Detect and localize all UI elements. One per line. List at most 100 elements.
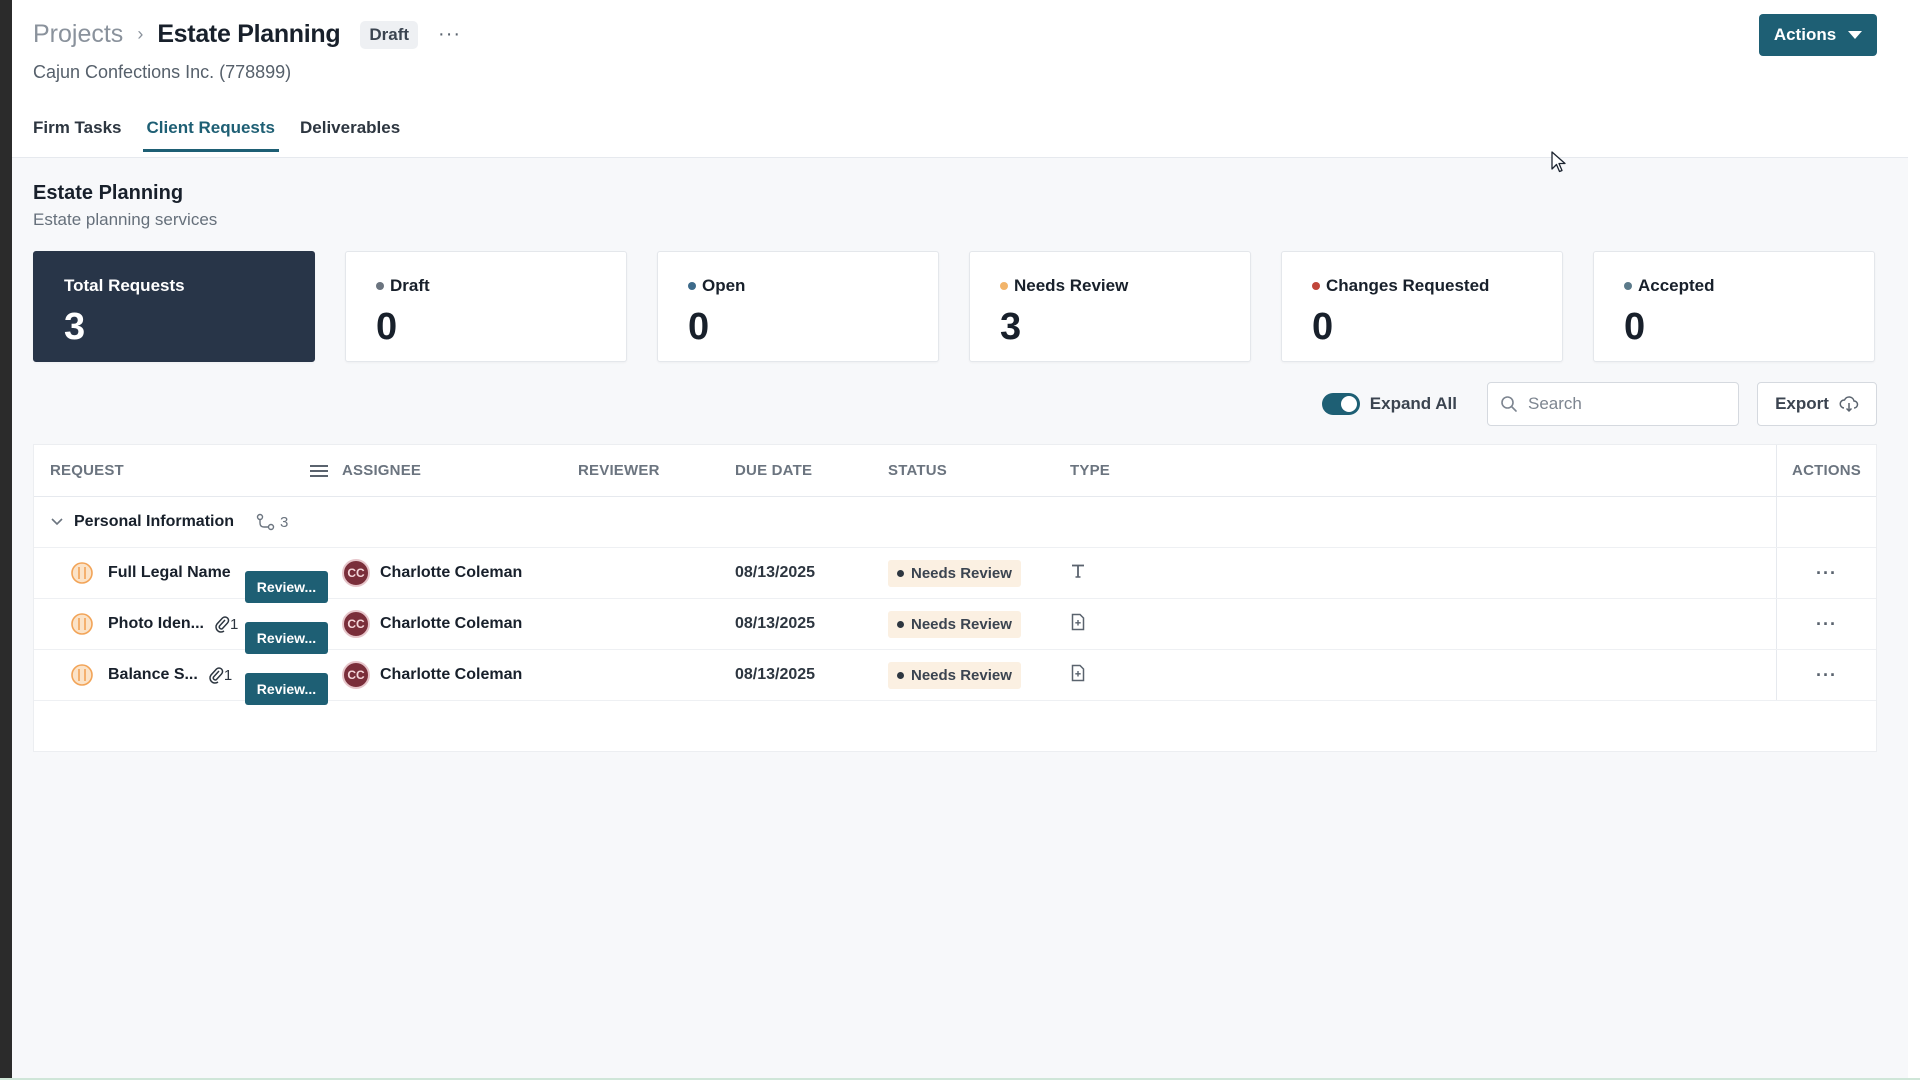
table-row[interactable]: Photo Iden... 1 Review... CC Charlotte C… [34, 599, 1876, 654]
column-header-assignee[interactable]: ASSIGNEE [342, 462, 578, 479]
breadcrumb-projects-link[interactable]: Projects [33, 20, 123, 49]
column-header-due-date[interactable]: DUE DATE [735, 462, 888, 479]
workflow-icon [256, 513, 275, 531]
paperclip-icon [209, 667, 224, 684]
assignee-name: Charlotte Coleman [380, 666, 523, 683]
group-count: 3 [256, 513, 288, 531]
group-row[interactable]: Personal Information 3 [34, 497, 1876, 548]
search-input[interactable] [1528, 394, 1718, 414]
card-draft[interactable]: Draft 0 [345, 251, 627, 362]
in-progress-status-icon [71, 664, 93, 686]
requests-table: REQUEST ASSIGNEE REVIEWER DUE DATE STATU… [33, 444, 1877, 752]
card-needs-review[interactable]: Needs Review 3 [969, 251, 1251, 362]
main-content: Estate Planning Estate planning services… [12, 158, 1908, 1078]
table-toolbar: Expand All Export [1321, 382, 1877, 426]
card-total-requests[interactable]: Total Requests 3 [33, 251, 315, 362]
column-header-type[interactable]: TYPE [1070, 462, 1776, 479]
attachment-count: 1 [214, 615, 238, 633]
column-header-status[interactable]: STATUS [888, 462, 1070, 479]
more-options-button[interactable]: ··· [438, 23, 461, 46]
page-header: Projects › Estate Planning Draft ··· Caj… [12, 0, 1908, 158]
row-more-button[interactable]: ··· [1816, 563, 1837, 584]
card-value: 3 [64, 306, 86, 348]
section-title: Estate Planning [33, 182, 184, 204]
card-label: Changes Requested [1326, 276, 1490, 295]
tab-firm-tasks[interactable]: Firm Tasks [33, 116, 122, 150]
table-header: REQUEST ASSIGNEE REVIEWER DUE DATE STATU… [34, 445, 1876, 497]
status-dot-icon [376, 282, 384, 290]
expand-all-toggle-group: Expand All [1321, 393, 1457, 415]
table-footer [34, 701, 1876, 751]
section-subtitle: Estate planning services [33, 210, 218, 229]
request-name[interactable]: Full Legal Name [108, 564, 231, 582]
status-dot-icon [688, 282, 696, 290]
search-icon [1501, 396, 1517, 412]
card-label: Draft [390, 276, 430, 295]
status-dot-icon [897, 569, 904, 577]
column-header-request[interactable]: REQUEST [50, 462, 124, 479]
caret-down-icon [1848, 31, 1863, 39]
avatar: CC [342, 661, 370, 689]
cloud-download-icon [1839, 396, 1859, 413]
card-label: Open [702, 276, 746, 295]
actions-label: Actions [1773, 25, 1837, 44]
client-name: Cajun Confections Inc. (778899) [33, 62, 292, 82]
due-date: 08/13/2025 [735, 666, 816, 683]
table-row[interactable]: Balance S... 1 Review... CC Charlotte Co… [34, 650, 1876, 705]
table-row[interactable]: Full Legal Name Review... CC Charlotte C… [34, 548, 1876, 603]
status-pill: Needs Review [888, 610, 1021, 638]
chevron-down-icon[interactable] [50, 517, 64, 527]
breadcrumb-separator: › [137, 24, 144, 44]
column-header-reviewer[interactable]: REVIEWER [578, 462, 735, 479]
search-box [1487, 382, 1739, 426]
tab-client-requests[interactable]: Client Requests [142, 116, 280, 152]
expand-all-toggle[interactable] [1321, 393, 1360, 415]
in-progress-status-icon [71, 562, 93, 584]
card-label: Total Requests [64, 276, 185, 295]
paperclip-icon [215, 616, 230, 633]
group-title: Personal Information [74, 513, 235, 530]
group-count-value: 3 [280, 513, 289, 531]
request-name[interactable]: Balance S... [108, 666, 198, 684]
card-accepted[interactable]: Accepted 0 [1593, 251, 1875, 362]
due-date: 08/13/2025 [735, 615, 816, 632]
expand-all-label: Expand All [1369, 394, 1457, 413]
card-value: 0 [376, 306, 398, 348]
card-open[interactable]: Open 0 [657, 251, 939, 362]
export-button[interactable]: Export [1757, 382, 1877, 426]
card-value: 0 [688, 306, 710, 348]
breadcrumb: Projects › Estate Planning Draft ··· [33, 20, 461, 49]
status-dot-icon [1000, 282, 1008, 290]
file-type-icon [1071, 613, 1085, 630]
request-name[interactable]: Photo Iden... [108, 615, 204, 633]
column-header-actions: ACTIONS [1776, 445, 1876, 496]
card-label: Needs Review [1014, 276, 1129, 295]
column-menu-icon[interactable] [310, 464, 328, 478]
attachment-count: 1 [208, 666, 232, 684]
avatar: CC [342, 610, 370, 638]
tab-deliverables[interactable]: Deliverables [300, 116, 400, 150]
status-dot-icon [897, 671, 904, 679]
page-title: Estate Planning [157, 20, 341, 48]
card-changes-requested[interactable]: Changes Requested 0 [1281, 251, 1563, 362]
mouse-pointer-icon [1551, 151, 1566, 173]
status-dot-icon [1312, 282, 1320, 290]
actions-dropdown-button[interactable]: Actions [1759, 14, 1877, 56]
toggle-knob [1340, 396, 1357, 412]
due-date: 08/13/2025 [735, 564, 816, 581]
summary-cards: Total Requests 3 Draft 0 Open 0 Needs Re… [33, 251, 1875, 362]
assignee-name: Charlotte Coleman [380, 615, 523, 632]
card-value: 0 [1624, 306, 1646, 348]
in-progress-status-icon [71, 613, 93, 635]
card-value: 0 [1312, 306, 1334, 348]
row-more-button[interactable]: ··· [1816, 614, 1837, 635]
text-type-icon [1072, 564, 1084, 578]
review-button[interactable]: Review... [245, 673, 328, 705]
export-label: Export [1775, 394, 1829, 413]
card-label: Accepted [1638, 276, 1715, 295]
window-left-edge [0, 0, 12, 1080]
file-type-icon [1071, 664, 1085, 681]
row-more-button[interactable]: ··· [1816, 665, 1837, 686]
assignee-name: Charlotte Coleman [380, 564, 523, 581]
status-dot-icon [897, 620, 904, 628]
